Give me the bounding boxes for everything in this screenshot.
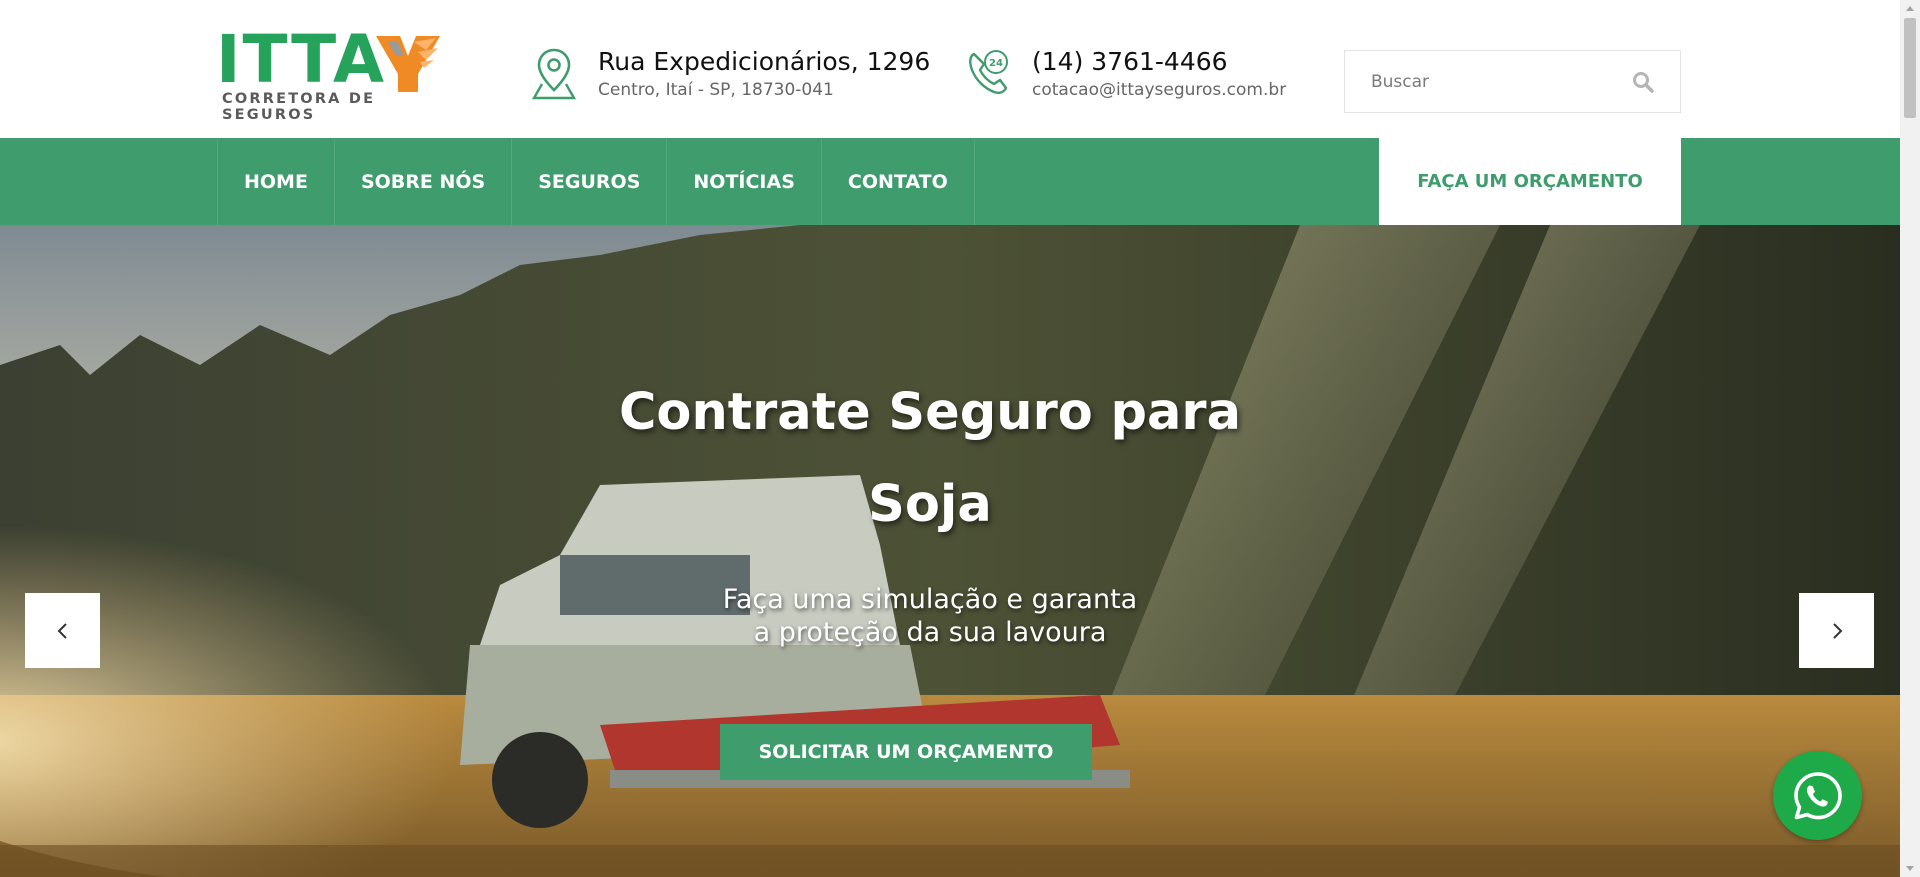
address-block: Rua Expedicionários, 1296 Centro, Itaí -… <box>532 46 930 102</box>
search-icon[interactable] <box>1632 71 1654 93</box>
request-quote-button[interactable]: SOLICITAR UM ORÇAMENTO <box>720 724 1092 780</box>
page-scrollbar[interactable] <box>1900 0 1920 877</box>
slider-next-button[interactable] <box>1799 593 1874 668</box>
nav-item-home[interactable]: HOME <box>218 138 335 225</box>
address-city: Centro, Itaí - SP, 18730-041 <box>598 80 834 100</box>
contact-block: 24 (14) 3761-4466 cotacao@ittayseguros.c… <box>966 46 1286 102</box>
site-header: ITTA CORRETORA DE SEGUROS Rua Expedicion… <box>0 0 1900 138</box>
hero-title-line-1: Contrate Seguro para <box>618 383 1241 442</box>
hero-title-line-2: Soja <box>868 475 992 534</box>
hero-title: Contrate Seguro para Soja <box>0 367 1860 551</box>
hero-slider: Contrate Seguro para Soja Faça uma simul… <box>0 225 1900 877</box>
svg-text:24: 24 <box>989 58 1003 69</box>
hero-subtitle: Faça uma simulação e garanta a proteção … <box>0 583 1860 649</box>
whatsapp-button[interactable] <box>1773 751 1862 840</box>
phone-number[interactable]: (14) 3761-4466 <box>1032 46 1286 78</box>
search-input[interactable] <box>1345 51 1625 112</box>
phone-24h-icon: 24 <box>969 50 1008 94</box>
main-nav: HOME SOBRE NÓS SEGUROS NOTÍCIAS CONTATO … <box>0 138 1900 225</box>
email-address[interactable]: cotacao@ittayseguros.com.br <box>1032 78 1286 102</box>
logo-subtitle: CORRETORA DE SEGUROS <box>222 91 376 123</box>
chevron-right-icon <box>1832 622 1842 639</box>
logo-y-wings-icon <box>376 36 440 92</box>
slider-prev-button[interactable] <box>25 593 100 668</box>
chevron-left-icon <box>57 622 67 639</box>
nav-item-news[interactable]: NOTÍCIAS <box>667 138 822 225</box>
logo[interactable]: ITTA CORRETORA DE SEGUROS <box>216 21 446 123</box>
quote-cta-button[interactable]: FAÇA UM ORÇAMENTO <box>1379 138 1681 225</box>
scroll-down-arrow-icon[interactable] <box>1900 861 1920 877</box>
logo-wordmark: ITTA <box>216 21 387 98</box>
nav-menu: HOME SOBRE NÓS SEGUROS NOTÍCIAS CONTATO <box>217 138 975 225</box>
hero-subtitle-line-2: a proteção da sua lavoura <box>753 617 1107 648</box>
nav-item-insurance[interactable]: SEGUROS <box>512 138 668 225</box>
scroll-up-arrow-icon[interactable] <box>1900 0 1920 16</box>
search-box <box>1344 50 1681 113</box>
address-line: Rua Expedicionários, 1296 <box>598 47 931 76</box>
hero-subtitle-line-1: Faça uma simulação e garanta <box>722 584 1138 615</box>
nav-item-about[interactable]: SOBRE NÓS <box>335 138 513 225</box>
nav-item-contact[interactable]: CONTATO <box>822 138 975 225</box>
map-pin-icon <box>532 48 576 100</box>
scrollbar-thumb[interactable] <box>1904 18 1916 118</box>
whatsapp-icon <box>1793 771 1842 819</box>
